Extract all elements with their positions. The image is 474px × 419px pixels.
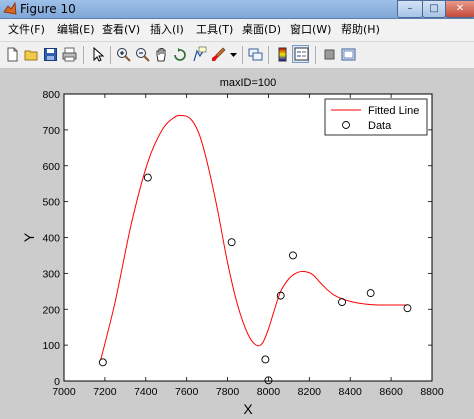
legend-label-data: Data bbox=[368, 120, 392, 132]
zoom-out-icon[interactable] bbox=[134, 46, 151, 63]
menu-window[interactable]: 窗口(W) bbox=[290, 23, 331, 37]
open-folder-icon[interactable] bbox=[23, 46, 40, 63]
plot-area[interactable] bbox=[64, 94, 432, 381]
pointer-icon[interactable] bbox=[89, 46, 106, 63]
y-tick-label: 700 bbox=[42, 125, 60, 137]
legend-icon[interactable] bbox=[292, 45, 309, 63]
save-icon[interactable] bbox=[42, 46, 59, 63]
y-tick-label: 500 bbox=[42, 197, 60, 209]
toolbar-separator bbox=[315, 46, 316, 64]
legend[interactable]: Fitted Line Data bbox=[324, 98, 428, 136]
menu-view[interactable]: 查看(V) bbox=[102, 23, 140, 37]
figure-canvas: 7000 7200 7400 7600 7800 8000 8200 8400 8600 8800… bbox=[0, 69, 474, 419]
window-title-bar[interactable]: Figure 10 – □ ✕ bbox=[0, 0, 474, 19]
x-tick-label: 8800 bbox=[420, 386, 444, 398]
menu-file[interactable]: 文件(F) bbox=[8, 23, 45, 37]
data-cursor-icon[interactable] bbox=[191, 46, 208, 63]
x-axis-label: X bbox=[243, 401, 253, 417]
pan-hand-icon[interactable] bbox=[153, 46, 170, 63]
y-tick-label: 300 bbox=[42, 268, 60, 280]
print-icon[interactable] bbox=[61, 46, 78, 63]
toolbar-separator bbox=[242, 46, 243, 64]
y-tick-label: 100 bbox=[42, 340, 60, 352]
x-tick-label: 7400 bbox=[134, 386, 158, 398]
toolbar-separator bbox=[83, 46, 84, 64]
new-file-icon[interactable] bbox=[4, 46, 21, 63]
link-plot-icon[interactable] bbox=[247, 46, 264, 63]
zoom-in-icon[interactable] bbox=[115, 46, 132, 63]
menu-insert[interactable]: 插入(I) bbox=[150, 23, 184, 37]
chart-title: maxID=100 bbox=[220, 77, 277, 89]
hide-plot-tools-icon[interactable] bbox=[321, 46, 338, 63]
dropdown-arrow-icon[interactable] bbox=[229, 46, 238, 63]
matlab-logo-icon bbox=[3, 2, 17, 15]
y-tick-label: 600 bbox=[42, 161, 60, 173]
window-title: Figure 10 bbox=[20, 2, 76, 16]
toolbar-separator bbox=[110, 46, 111, 64]
chart[interactable]: 7000 7200 7400 7600 7800 8000 8200 8400 8600 8800… bbox=[0, 69, 474, 419]
y-tick-label: 800 bbox=[42, 89, 60, 101]
menu-help[interactable]: 帮助(H) bbox=[341, 23, 380, 37]
minimize-button[interactable]: – bbox=[397, 0, 423, 18]
x-tick-label: 8000 bbox=[257, 386, 281, 398]
toolbar-separator bbox=[268, 46, 269, 64]
x-tick-label: 8600 bbox=[379, 386, 403, 398]
x-tick-label: 7800 bbox=[216, 386, 240, 398]
show-plot-tools-icon[interactable] bbox=[340, 46, 357, 63]
figure-toolbar bbox=[0, 42, 474, 69]
menu-tools[interactable]: 工具(T) bbox=[196, 23, 233, 37]
x-tick-label: 8400 bbox=[339, 386, 363, 398]
x-tick-label: 7600 bbox=[175, 386, 199, 398]
y-tick-label: 0 bbox=[54, 376, 60, 388]
y-axis-label: Y bbox=[21, 232, 37, 242]
x-tick-label: 8200 bbox=[298, 386, 322, 398]
maximize-button[interactable]: □ bbox=[422, 0, 446, 18]
x-tick-label: 7200 bbox=[93, 386, 117, 398]
rotate-3d-icon[interactable] bbox=[172, 46, 189, 63]
brush-icon[interactable] bbox=[210, 46, 227, 63]
close-button[interactable]: ✕ bbox=[445, 0, 474, 18]
colorbar-icon[interactable] bbox=[274, 46, 291, 63]
y-tick-label: 400 bbox=[42, 233, 60, 245]
legend-label-fitted-line: Fitted Line bbox=[368, 105, 419, 117]
menu-desktop[interactable]: 桌面(D) bbox=[242, 23, 281, 37]
menu-edit[interactable]: 编辑(E) bbox=[57, 23, 95, 37]
y-tick-label: 200 bbox=[42, 304, 60, 316]
menu-bar: 文件(F) 编辑(E) 查看(V) 插入(I) 工具(T) 桌面(D) 窗口(W… bbox=[0, 19, 474, 42]
